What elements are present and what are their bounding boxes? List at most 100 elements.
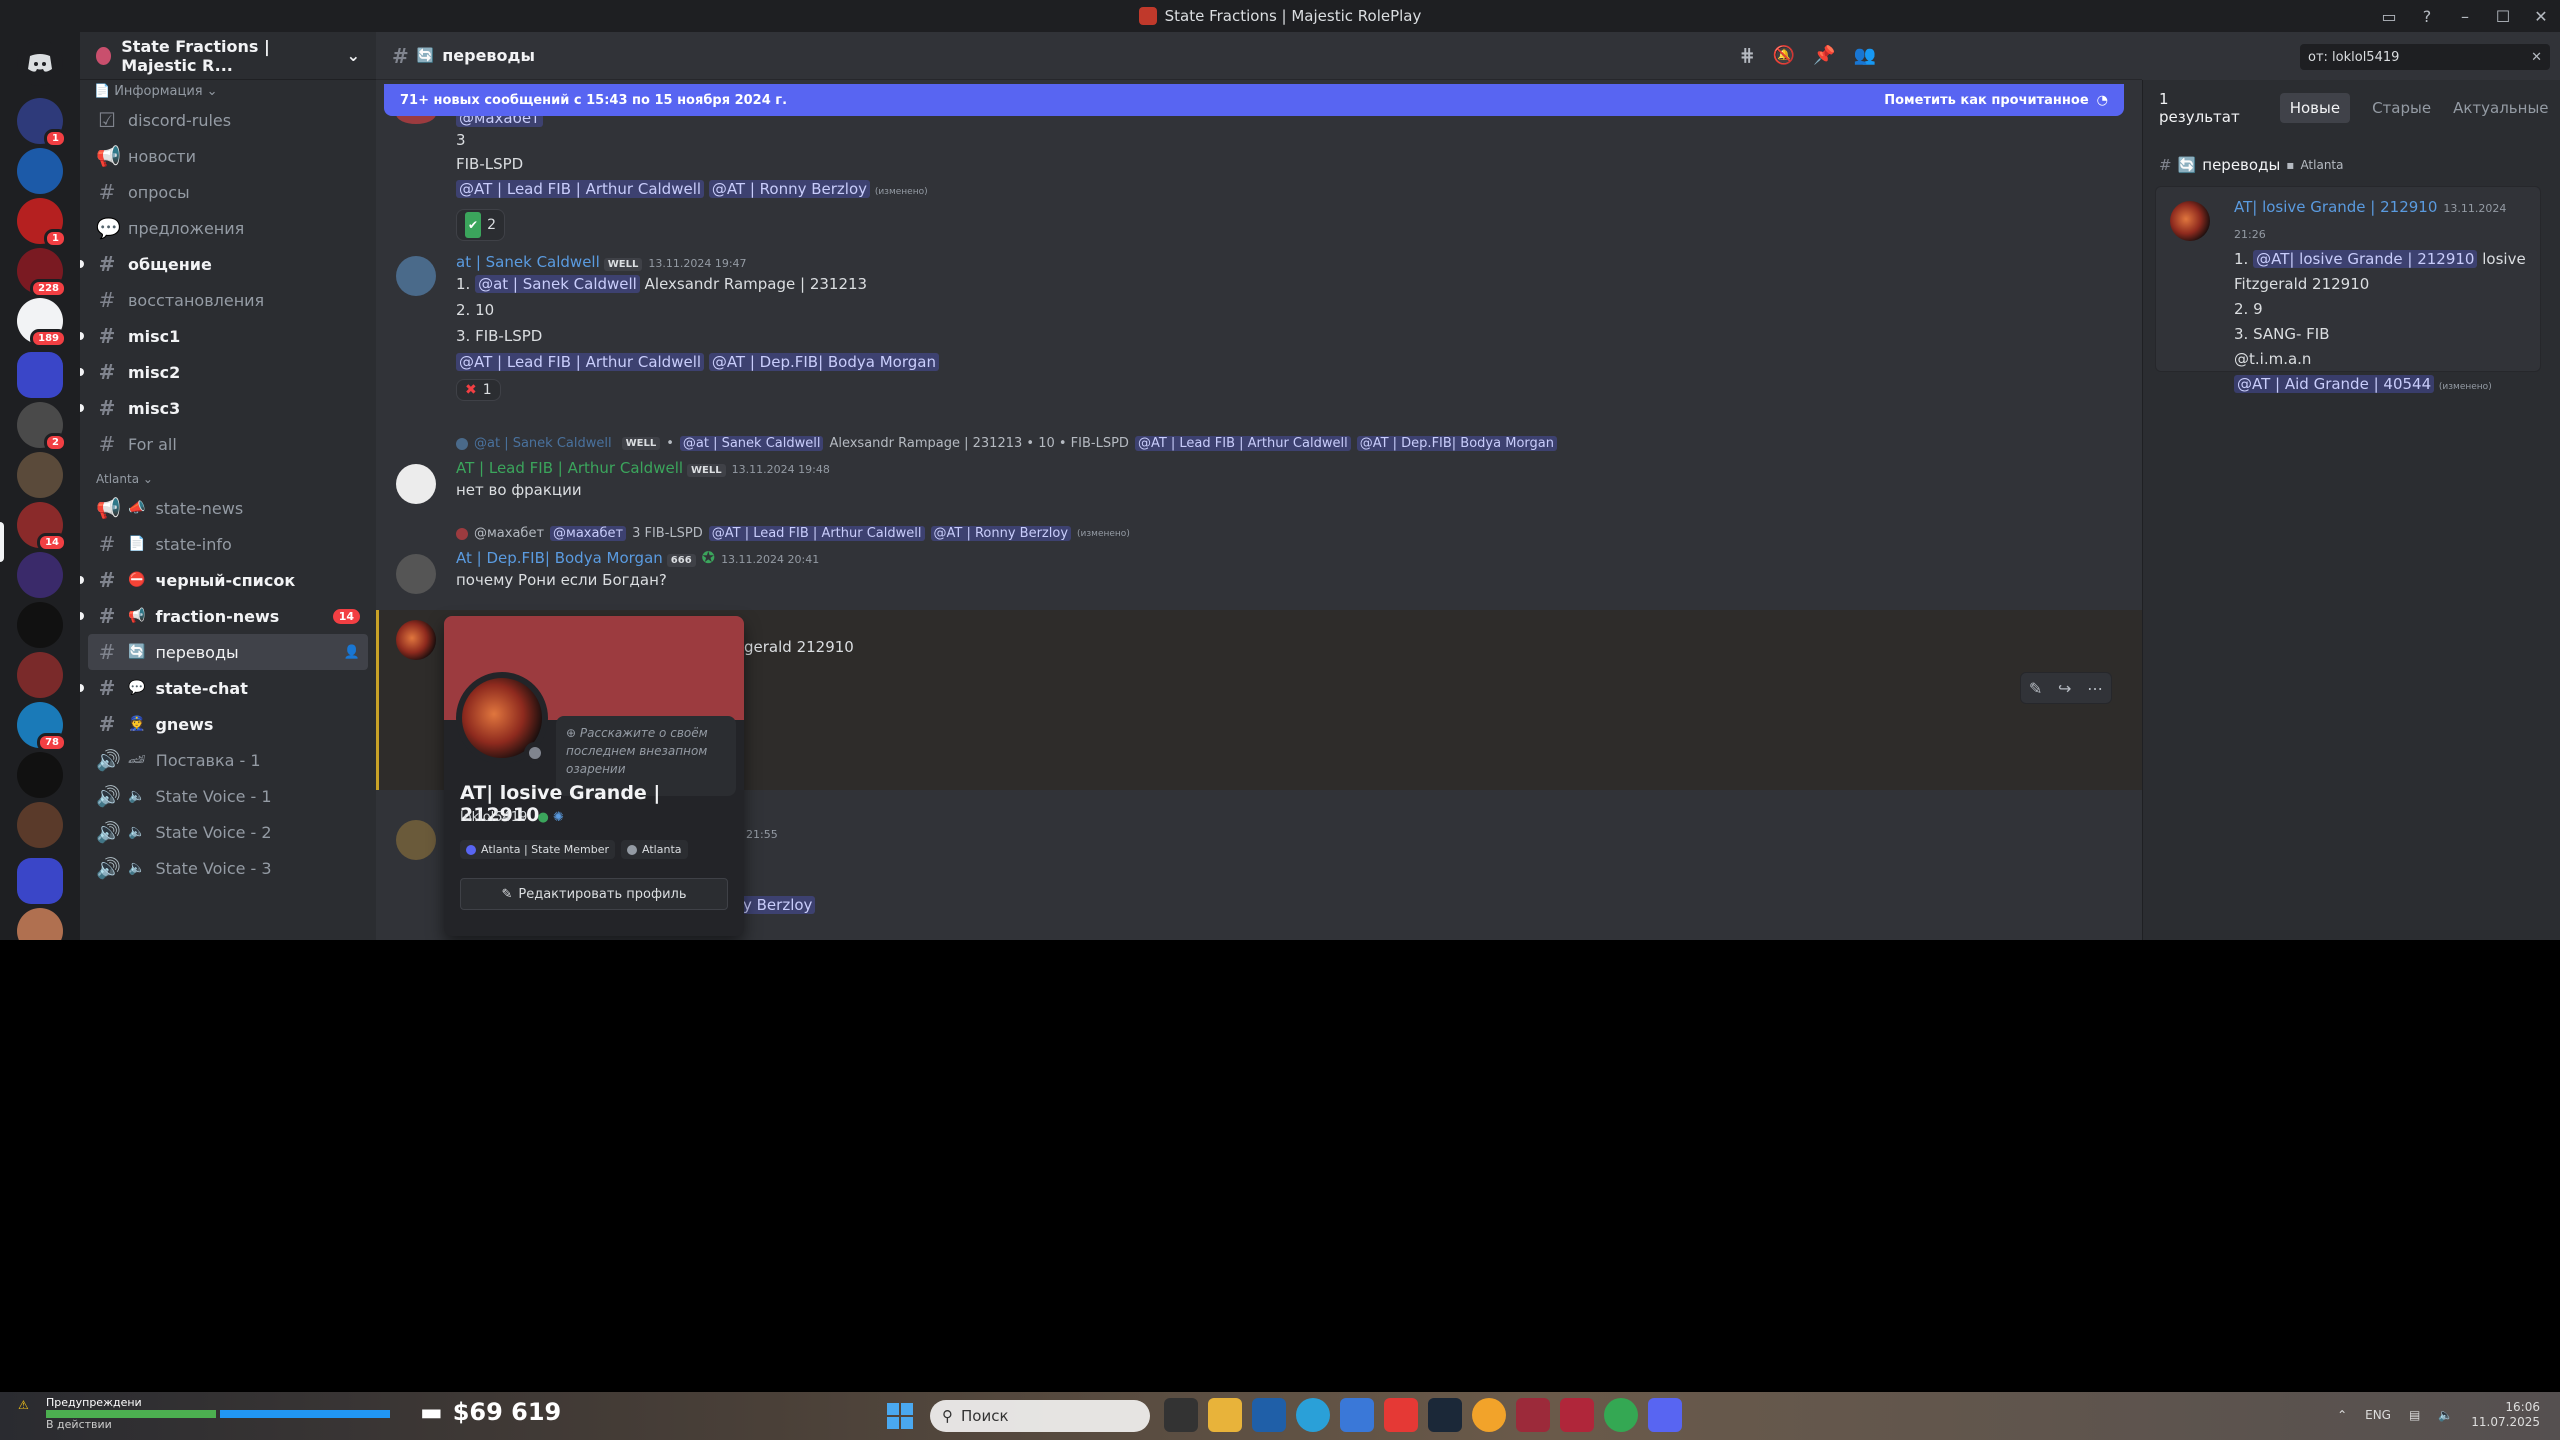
clear-icon[interactable]: ✕ xyxy=(2531,50,2542,65)
store-icon[interactable] xyxy=(1340,1398,1374,1432)
channel-item[interactable]: # 💬 state-chat xyxy=(80,670,368,706)
author-name[interactable]: at | Sanek Caldwell xyxy=(456,253,600,271)
channel-item[interactable]: 💬 предложения xyxy=(88,210,368,246)
minimize-button[interactable]: – xyxy=(2446,0,2484,32)
mention[interactable]: y Berzloy xyxy=(740,896,816,914)
threads-icon[interactable]: ⋕ xyxy=(1740,45,1755,66)
mention[interactable]: @AT | Ronny Berzloy xyxy=(708,180,871,198)
tab-newest[interactable]: Новые xyxy=(2279,93,2351,123)
edit-icon[interactable]: ✎ xyxy=(2029,679,2042,698)
add-member-icon[interactable]: 👤 xyxy=(344,645,360,660)
game-icon[interactable] xyxy=(1560,1398,1594,1432)
avatar[interactable] xyxy=(396,554,436,594)
server-icon[interactable] xyxy=(17,602,63,648)
edge-browser-icon[interactable] xyxy=(1296,1398,1330,1432)
clock[interactable]: 16:06 11.07.2025 xyxy=(2471,1400,2540,1430)
mark-as-read-button[interactable]: Пометить как прочитанное xyxy=(1884,93,2088,108)
game-icon[interactable] xyxy=(1516,1398,1550,1432)
channel-item[interactable]: # misc3 xyxy=(80,390,368,426)
search-result[interactable]: AT| losive Grande | 212910 13.11.2024 21:… xyxy=(2155,186,2541,393)
members-icon[interactable]: 👥 xyxy=(1854,45,1876,66)
mention[interactable]: @AT | Lead FIB | Arthur Caldwell xyxy=(456,180,705,198)
new-messages-bar[interactable]: 71+ новых сообщений с 15:43 по 15 ноября… xyxy=(384,84,2124,116)
mention[interactable]: @AT | Lead FIB | Arthur Caldwell xyxy=(456,353,705,371)
server-icon[interactable] xyxy=(17,452,63,498)
server-icon[interactable] xyxy=(17,552,63,598)
voice-channel-item[interactable]: 🔊 🏎 Поставка - 1 xyxy=(88,742,368,778)
edit-profile-button[interactable]: ✎ Редактировать профиль xyxy=(460,878,728,910)
reaction[interactable]: ✔ 2 xyxy=(456,209,505,241)
chevron-up-icon[interactable]: ⌃ xyxy=(2337,1408,2347,1422)
mention[interactable]: @AT | Dep.FIB| Bodya Morgan xyxy=(708,353,939,371)
discord-home-icon[interactable] xyxy=(17,40,63,86)
server-icon[interactable]: 78 xyxy=(17,702,67,752)
volume-icon[interactable]: 🔈 xyxy=(2438,1408,2453,1422)
mention[interactable]: @AT| losive Grande | 212910 xyxy=(2253,250,2478,268)
server-icon[interactable]: 14 xyxy=(17,502,67,552)
server-folder-icon[interactable] xyxy=(17,858,63,904)
server-icon[interactable]: 2 xyxy=(17,402,67,452)
server-icon[interactable] xyxy=(17,752,63,798)
server-icon[interactable] xyxy=(17,802,63,848)
taskbar-search-input[interactable]: ⚲ Поиск xyxy=(930,1400,1150,1432)
help-icon[interactable]: ? xyxy=(2408,0,2446,32)
server-icon[interactable]: 1 xyxy=(17,98,67,148)
channel-item[interactable]: 📢 📣 state-news xyxy=(88,490,368,526)
mention[interactable]: @at | Sanek Caldwell xyxy=(475,275,640,293)
server-icon[interactable]: 189 xyxy=(17,298,67,348)
channel-item[interactable]: # misc1 xyxy=(80,318,368,354)
mention[interactable]: @AT | Aid Grande | 40544 xyxy=(2234,375,2435,393)
inbox-icon[interactable]: ▭ xyxy=(2370,0,2408,32)
forward-icon[interactable]: ↪ xyxy=(2058,679,2071,698)
app-icon[interactable] xyxy=(1472,1398,1506,1432)
author-name[interactable]: AT | Lead FIB | Arthur Caldwell xyxy=(456,459,683,477)
channel-item[interactable]: ☑ discord-rules xyxy=(88,102,368,138)
discord-taskbar-icon[interactable] xyxy=(1648,1398,1682,1432)
result-channel[interactable]: # 🔄 переводы ▪ Atlanta xyxy=(2143,136,2560,180)
channel-item[interactable]: # 👮 gnews xyxy=(88,706,368,742)
channel-item[interactable]: 📢 новости xyxy=(88,138,368,174)
avatar[interactable] xyxy=(396,464,436,504)
guild-header[interactable]: State Fractions | Majestic R... ⌄ xyxy=(80,32,376,80)
pin-icon[interactable]: 📌 xyxy=(1813,45,1835,66)
chevron-down-icon[interactable]: ⌄ xyxy=(347,46,360,65)
security-app-icon[interactable] xyxy=(1252,1398,1286,1432)
windows-start-icon[interactable] xyxy=(886,1402,914,1430)
server-icon[interactable] xyxy=(17,148,63,194)
channel-item[interactable]: # ⛔ черный-список xyxy=(80,562,368,598)
search-input[interactable]: от: loklol5419 ✕ xyxy=(2300,44,2550,70)
steam-icon[interactable] xyxy=(1428,1398,1462,1432)
channel-item[interactable]: # For all xyxy=(88,426,368,462)
voice-channel-item[interactable]: 🔊 🔈 State Voice - 3 xyxy=(88,850,368,886)
author-name[interactable]: AT| losive Grande | 212910 xyxy=(2234,198,2437,216)
maximize-button[interactable]: ☐ xyxy=(2484,0,2522,32)
chrome-icon[interactable] xyxy=(1604,1398,1638,1432)
avatar[interactable] xyxy=(396,820,436,860)
channel-item[interactable]: # опросы xyxy=(88,174,368,210)
role-pill[interactable]: Atlanta | State Member xyxy=(460,840,616,859)
server-icon[interactable]: 1 xyxy=(17,198,67,248)
tab-relevant[interactable]: Актуальные xyxy=(2453,99,2548,117)
author-name[interactable]: At | Dep.FIB| Bodya Morgan xyxy=(456,549,663,567)
voice-channel-item[interactable]: 🔊 🔈 State Voice - 2 xyxy=(88,814,368,850)
channel-item[interactable]: # 📄 state-info xyxy=(88,526,368,562)
avatar[interactable] xyxy=(396,256,436,296)
channel-item-active[interactable]: # 🔄 переводы 👤 xyxy=(88,634,368,670)
close-button[interactable]: ✕ xyxy=(2522,0,2560,32)
reaction[interactable]: ✖ 1 xyxy=(456,379,501,401)
avatar[interactable] xyxy=(396,620,436,660)
server-folder-icon[interactable] xyxy=(17,352,63,398)
server-icon[interactable] xyxy=(17,652,63,698)
more-icon[interactable]: ⋯ xyxy=(2087,679,2103,698)
network-icon[interactable]: ▤ xyxy=(2409,1408,2420,1422)
server-icon[interactable] xyxy=(17,908,63,940)
channel-item[interactable]: # восстановления xyxy=(88,282,368,318)
channel-item[interactable]: # общение xyxy=(80,246,368,282)
role-pill[interactable]: Atlanta xyxy=(621,840,688,859)
tab-oldest[interactable]: Старые xyxy=(2372,99,2431,117)
language-indicator[interactable]: ENG xyxy=(2365,1408,2391,1422)
category-atlanta[interactable]: Atlanta ⌄ xyxy=(88,462,368,490)
voice-channel-item[interactable]: 🔊 🔈 State Voice - 1 xyxy=(88,778,368,814)
info-category[interactable]: 📄 Информация ⌄ xyxy=(80,80,376,102)
task-view-icon[interactable] xyxy=(1164,1398,1198,1432)
